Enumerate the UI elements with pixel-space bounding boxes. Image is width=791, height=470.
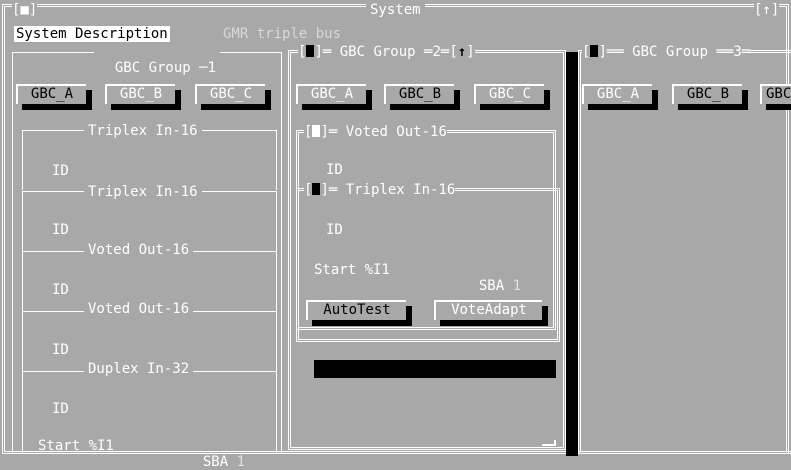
close-marker-icon[interactable] (590, 45, 599, 57)
gbc-group-3 (578, 50, 791, 454)
gbc-group-2-title-bar: []═ GBC Group ═2═[↑] (298, 44, 475, 60)
autotest-button[interactable]: AutoTest (306, 300, 406, 320)
vertical-scrollbar[interactable] (566, 52, 578, 456)
close-marker-icon[interactable] (306, 45, 315, 57)
panel-sba-label: SBA 1 (202, 454, 246, 470)
gbc-group-1-title: GBC Group ─1 (94, 44, 221, 76)
gbc-a-button[interactable]: GBC_A (16, 84, 86, 104)
panel-title: Duplex In-32 (84, 361, 194, 377)
close-marker-icon[interactable] (312, 183, 321, 195)
panel-start-label: Start %I1 (38, 438, 114, 454)
gbc-b-button[interactable]: GBC_B (672, 84, 742, 104)
gbc-b-button[interactable]: GBC_B (105, 84, 175, 104)
window-title: System (366, 2, 425, 18)
panel-id-label: ID (326, 222, 343, 238)
panel-title: Triplex In-16 (84, 184, 202, 200)
gbc-c-button[interactable]: GBC_C (474, 84, 544, 104)
gbc-c-button[interactable]: GBC (760, 84, 791, 104)
triplex-in-panel (22, 130, 277, 190)
panel-id-label: ID (52, 282, 69, 298)
tab-gmr-triple-bus[interactable]: GMR triple bus (223, 26, 341, 42)
gbc-group-3-title-bar: []══ GBC Group ══3═ (582, 44, 751, 60)
window-zoom-button[interactable]: [↑] (754, 2, 780, 18)
resize-corner-icon[interactable] (542, 440, 556, 446)
panel-id-label: ID (52, 163, 69, 179)
voteadapt-button[interactable]: VoteAdapt (434, 300, 542, 320)
panel-id-label: ID (52, 222, 69, 238)
gbc-c-button[interactable]: GBC_C (195, 84, 265, 104)
voted-out-window-title: []═ Voted Out-16 (304, 124, 447, 140)
panel-id-label: ID (52, 401, 69, 417)
panel-start-label: Start %I1 (314, 262, 390, 278)
tab-system-description[interactable]: System Description (14, 26, 170, 42)
gbc-a-button[interactable]: GBC_A (582, 84, 652, 104)
panel-id-label: ID (326, 162, 343, 178)
panel-title: Voted Out-16 (84, 301, 194, 317)
panel-id-label: ID (52, 342, 69, 358)
close-marker-icon[interactable] (312, 125, 321, 137)
panel-sba-label: SBA 1 (478, 278, 522, 294)
triplex-in-window-title: []═ Triplex In-16 (304, 182, 456, 198)
gbc-a-button[interactable]: GBC_A (296, 84, 366, 104)
gbc-b-button[interactable]: GBC_B (384, 84, 454, 104)
panel-title: Triplex In-16 (84, 123, 202, 139)
window-close-button[interactable]: [■] (12, 2, 38, 18)
horizontal-scrollbar[interactable] (314, 360, 556, 378)
panel-title: Voted Out-16 (84, 242, 194, 258)
